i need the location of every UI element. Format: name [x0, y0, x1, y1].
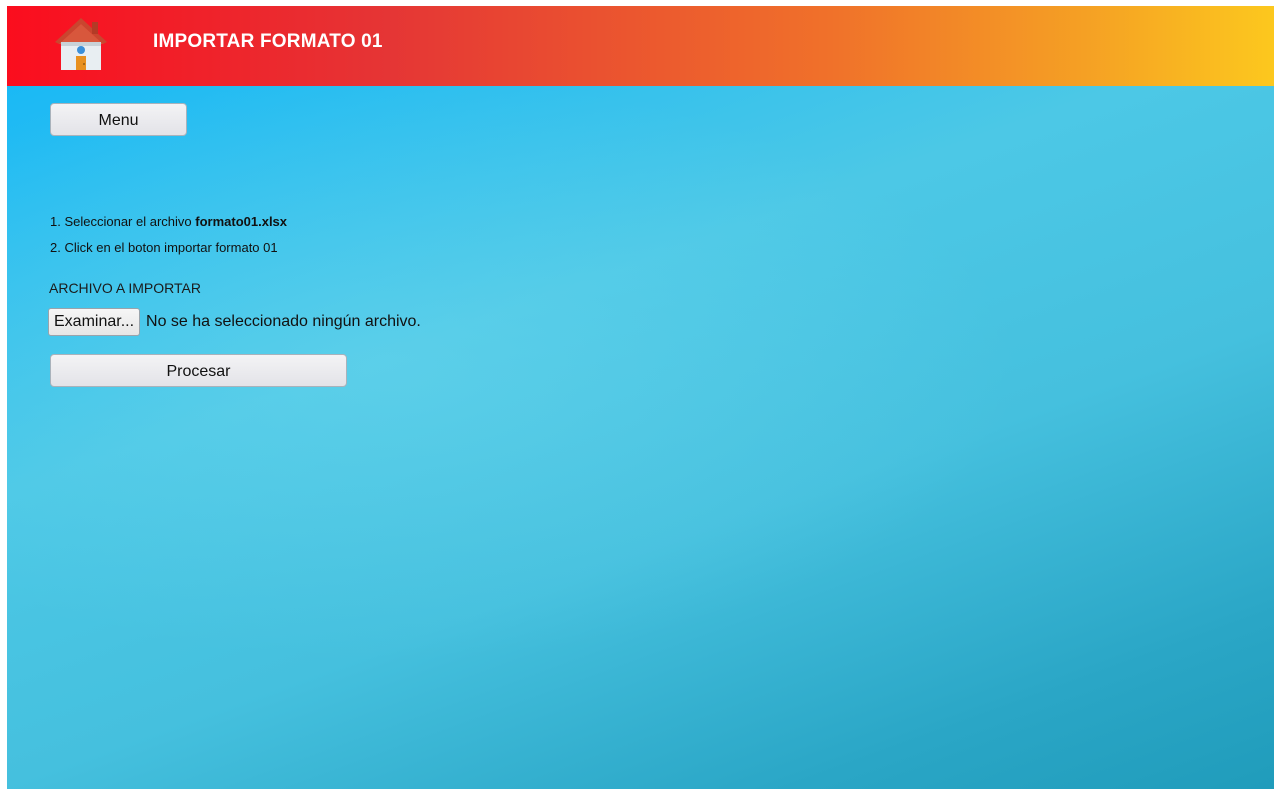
- instruction-step-2: 2. Click en el boton importar formato 01: [50, 240, 278, 255]
- file-upload-label: ARCHIVO A IMPORTAR: [49, 280, 201, 296]
- process-button[interactable]: Procesar: [50, 354, 347, 387]
- page-title: IMPORTAR FORMATO 01: [153, 31, 383, 52]
- app-frame: IMPORTAR FORMATO 01 Menu 1. Seleccionar …: [7, 6, 1274, 789]
- file-input[interactable]: Examinar... No se ha seleccionado ningún…: [48, 308, 421, 336]
- page-header: IMPORTAR FORMATO 01: [7, 6, 1274, 86]
- menu-button[interactable]: Menu: [50, 103, 187, 136]
- file-status-text: No se ha seleccionado ningún archivo.: [146, 313, 421, 330]
- instruction-step-1-text: 1. Seleccionar el archivo: [50, 214, 196, 229]
- home-icon[interactable]: [51, 14, 111, 72]
- browse-button[interactable]: Examinar...: [48, 308, 141, 336]
- instruction-filename: formato01.xlsx: [195, 214, 288, 229]
- instruction-step-1: 1. Seleccionar el archivo formato01.xlsx: [50, 214, 287, 229]
- main-content: Menu 1. Seleccionar el archivo formato01…: [7, 86, 1274, 789]
